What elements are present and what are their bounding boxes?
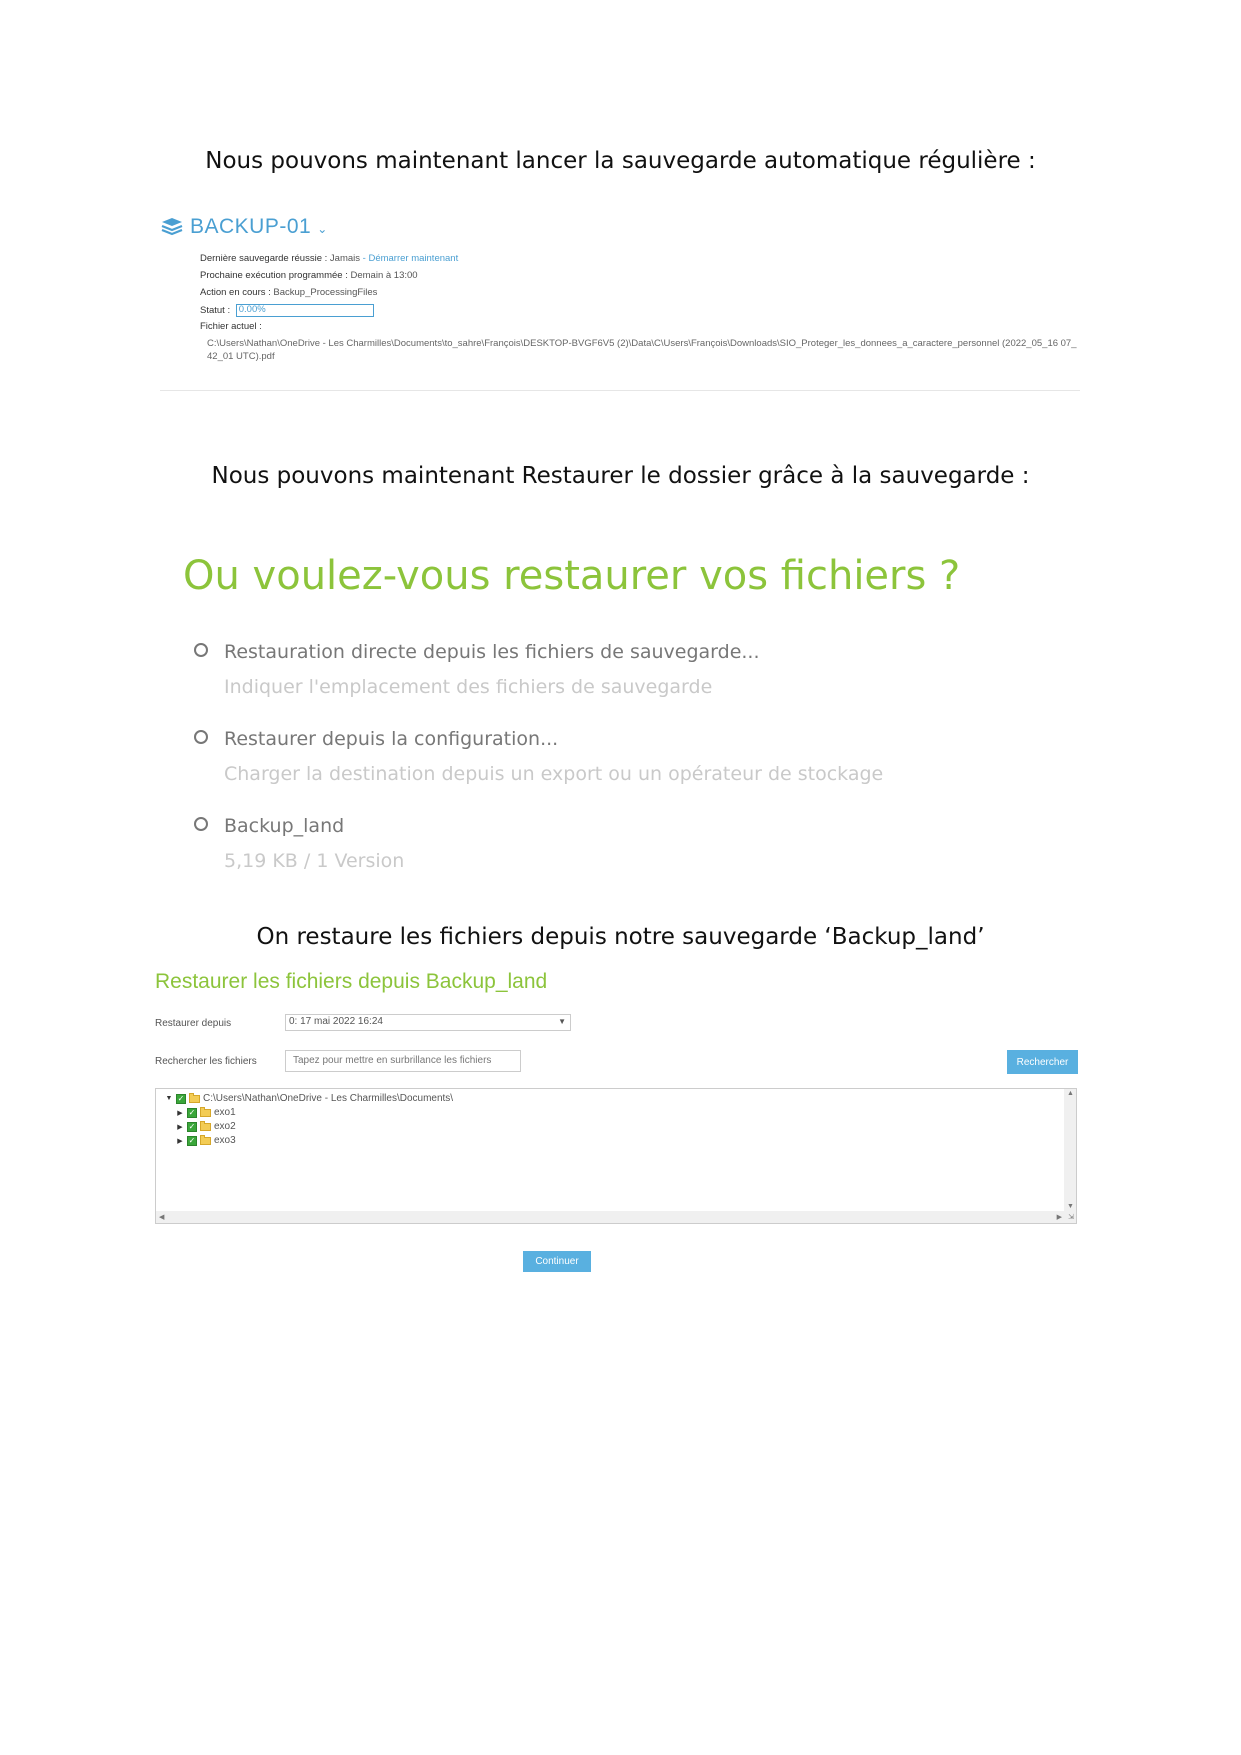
restore-option-title: Backup_land bbox=[224, 815, 345, 837]
chevron-down-icon: ▼ bbox=[558, 1017, 566, 1026]
backup-job-title[interactable]: BACKUP-01 ⌄ bbox=[160, 212, 328, 242]
folder-icon bbox=[200, 1106, 211, 1117]
tree-node-label: exo1 bbox=[214, 1107, 236, 1118]
backup-job-name: BACKUP-01 bbox=[190, 215, 312, 238]
resize-handle-icon[interactable]: ⇲ bbox=[1068, 1213, 1074, 1221]
last-success-label: Dernière sauvegarde réussie : bbox=[200, 253, 328, 264]
checkbox-checked-icon[interactable]: ✓ bbox=[187, 1121, 197, 1132]
tree-node-exo1[interactable]: ▶ ✓ exo1 bbox=[175, 1106, 236, 1119]
radio-button-icon[interactable] bbox=[194, 643, 208, 657]
next-run-value: Demain à 13:00 bbox=[350, 270, 418, 281]
tree-node-exo3[interactable]: ▶ ✓ exo3 bbox=[175, 1134, 236, 1147]
checkbox-checked-icon[interactable]: ✓ bbox=[187, 1135, 197, 1146]
folder-icon bbox=[200, 1134, 211, 1145]
checkbox-checked-icon[interactable]: ✓ bbox=[176, 1093, 186, 1104]
stack-layers-icon bbox=[161, 218, 183, 236]
caption-launch-backup: Nous pouvons maintenant lancer la sauveg… bbox=[205, 148, 1036, 174]
restore-from-value: 0: 17 mai 2022 16:24 bbox=[289, 1016, 383, 1027]
restore-files-title: Restaurer les fichiers depuis Backup_lan… bbox=[155, 970, 548, 993]
start-now-link[interactable]: Démarrer maintenant bbox=[368, 253, 458, 264]
status-progress-text: 0.00% bbox=[238, 304, 266, 315]
tree-node-label: C:\Users\Nathan\OneDrive - Les Charmille… bbox=[203, 1093, 454, 1104]
current-file-label: Fichier actuel : bbox=[200, 321, 262, 332]
current-action-label: Action en cours : bbox=[200, 287, 271, 298]
expand-triangle-icon[interactable]: ▶ bbox=[175, 1137, 185, 1145]
search-files-label: Rechercher les fichiers bbox=[155, 1056, 257, 1067]
expand-triangle-icon[interactable]: ▶ bbox=[175, 1109, 185, 1117]
horizontal-scrollbar[interactable]: ◀ ▶ ⇲ bbox=[156, 1211, 1076, 1223]
checkbox-checked-icon[interactable]: ✓ bbox=[187, 1107, 197, 1118]
current-file-row: Fichier actuel : bbox=[200, 321, 262, 332]
caption-restore-source: On restaure les fichiers depuis notre sa… bbox=[256, 924, 985, 950]
scroll-up-icon[interactable]: ▲ bbox=[1067, 1090, 1074, 1097]
restore-files-form: Restaurer les fichiers depuis Backup_lan… bbox=[155, 970, 1078, 1272]
scroll-left-icon[interactable]: ◀ bbox=[159, 1213, 164, 1221]
status-label: Statut : bbox=[200, 305, 231, 317]
current-file-path: C:\Users\Nathan\OneDrive - Les Charmille… bbox=[207, 338, 1077, 362]
expand-triangle-icon[interactable]: ▼ bbox=[164, 1095, 174, 1102]
folder-icon bbox=[200, 1120, 211, 1131]
backup-job-card: BACKUP-01 ⌄ Dernière sauvegarde réussie … bbox=[160, 212, 1080, 391]
restore-option-title: Restaurer depuis la configuration... bbox=[224, 728, 559, 750]
tree-node-exo2[interactable]: ▶ ✓ exo2 bbox=[175, 1120, 236, 1133]
tree-node-root[interactable]: ▼ ✓ C:\Users\Nathan\OneDrive - Les Charm… bbox=[164, 1092, 453, 1105]
restore-location-heading: Ou voulez-vous restaurer vos fichiers ? bbox=[183, 553, 961, 599]
last-success-value: Jamais bbox=[329, 253, 360, 264]
current-action-value: Backup_ProcessingFiles bbox=[273, 287, 378, 298]
restore-from-select[interactable]: 0: 17 mai 2022 16:24 ▼ bbox=[285, 1014, 571, 1031]
next-run-label: Prochaine exécution programmée : bbox=[200, 270, 348, 281]
vertical-scrollbar[interactable]: ▲ ▼ bbox=[1064, 1089, 1076, 1211]
tree-node-label: exo3 bbox=[214, 1135, 236, 1146]
scroll-right-icon[interactable]: ▶ bbox=[1057, 1213, 1062, 1221]
file-tree: ▼ ✓ C:\Users\Nathan\OneDrive - Les Charm… bbox=[155, 1088, 1077, 1224]
last-success-row: Dernière sauvegarde réussie : Jamais - D… bbox=[200, 253, 458, 264]
caption-restore-folder: Nous pouvons maintenant Restaurer le dos… bbox=[211, 463, 1030, 489]
search-button[interactable]: Rechercher bbox=[1007, 1050, 1078, 1074]
radio-button-icon[interactable] bbox=[194, 730, 208, 744]
restore-from-label: Restaurer depuis bbox=[155, 1018, 232, 1029]
current-action-row: Action en cours : Backup_ProcessingFiles bbox=[200, 287, 377, 298]
chevron-down-icon[interactable]: ⌄ bbox=[317, 222, 328, 236]
restore-option-subtitle: Charger la destination depuis un export … bbox=[224, 763, 884, 785]
tree-node-label: exo2 bbox=[214, 1121, 236, 1132]
search-files-input[interactable]: Tapez pour mettre en surbrillance les fi… bbox=[285, 1050, 521, 1072]
restore-option-title: Restauration directe depuis les fichiers… bbox=[224, 641, 760, 663]
restore-option-subtitle: 5,19 KB / 1 Version bbox=[224, 850, 405, 872]
expand-triangle-icon[interactable]: ▶ bbox=[175, 1123, 185, 1131]
status-row: Statut : 0.00% bbox=[200, 304, 374, 317]
continue-button[interactable]: Continuer bbox=[523, 1251, 591, 1272]
radio-button-icon[interactable] bbox=[194, 817, 208, 831]
restore-option-subtitle: Indiquer l'emplacement des fichiers de s… bbox=[224, 676, 713, 698]
next-run-row: Prochaine exécution programmée : Demain … bbox=[200, 270, 418, 281]
scroll-down-icon[interactable]: ▼ bbox=[1067, 1203, 1074, 1210]
status-progress-bar: 0.00% bbox=[235, 304, 374, 317]
folder-icon bbox=[189, 1092, 200, 1103]
